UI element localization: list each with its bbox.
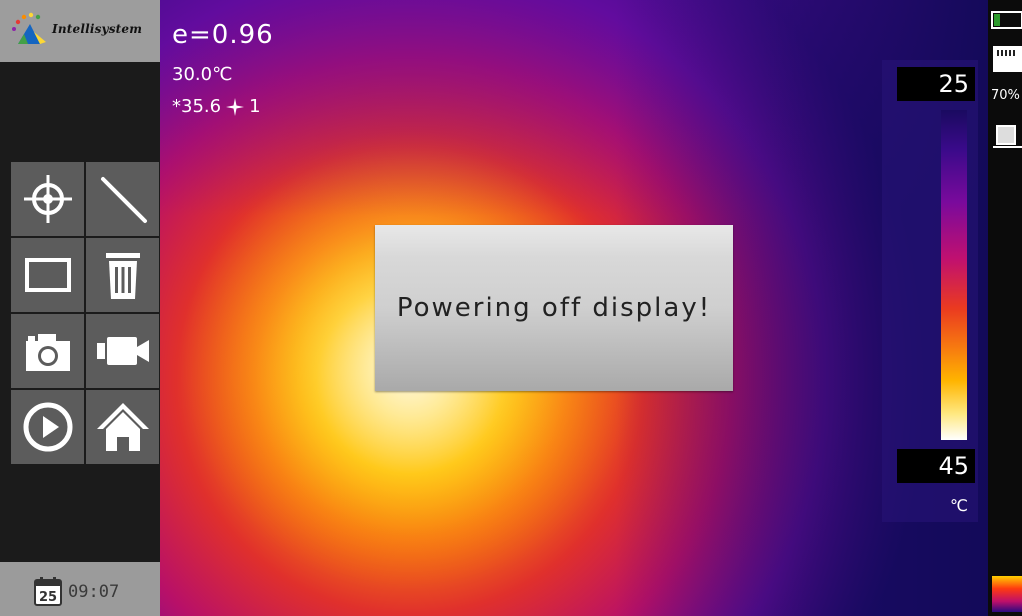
camera-icon — [25, 334, 70, 371]
calendar-day: 25 — [39, 590, 57, 605]
brand-logo-icon — [12, 12, 46, 44]
line-icon — [100, 177, 147, 223]
emissivity-readout: e=0.96 — [172, 20, 274, 50]
storage-percent: 70% — [991, 88, 1020, 103]
video-camera-icon — [96, 337, 149, 365]
reflected-temp-readout: 30.0℃ — [172, 64, 233, 85]
thermal-camera-screen: e=0.96 30.0℃ *35.6 1 25 45 ℃ Powering of… — [0, 0, 1022, 616]
logo-bar: Intellisystem — [0, 0, 160, 62]
spot-readout: *35.6 1 — [172, 96, 261, 117]
trash-icon — [105, 253, 140, 299]
crosshair-icon — [23, 175, 72, 223]
sd-card-icon — [993, 46, 1022, 72]
mode-indicator-icon — [993, 125, 1022, 148]
playback-button[interactable] — [11, 390, 84, 464]
calendar-icon: 25 — [34, 577, 62, 606]
power-off-dialog: Powering off display! — [375, 225, 733, 391]
home-icon — [96, 403, 149, 451]
spot-marker-icon — [226, 97, 245, 116]
play-icon — [23, 402, 72, 452]
home-button[interactable] — [86, 390, 159, 464]
spot-index: 1 — [249, 96, 261, 117]
palette-icon[interactable] — [992, 576, 1022, 612]
delete-button[interactable] — [86, 238, 159, 312]
battery-icon — [991, 11, 1022, 29]
video-button[interactable] — [86, 314, 159, 388]
tool-grid — [11, 162, 159, 464]
spot-measure-button[interactable] — [11, 162, 84, 236]
scale-max-value[interactable]: 25 — [897, 67, 975, 101]
rectangle-icon — [24, 258, 71, 292]
scale-unit: ℃ — [950, 496, 968, 515]
scale-min-value[interactable]: 45 — [897, 449, 975, 483]
sidebar: Intellisystem 25 09:07 — [0, 0, 160, 616]
photo-button[interactable] — [11, 314, 84, 388]
spot-value: *35.6 — [172, 96, 222, 117]
brand-name: Intellisystem — [52, 22, 143, 36]
dialog-message: Powering off display! — [396, 293, 712, 323]
clock-time: 09:07 — [68, 582, 120, 602]
color-scale-bar — [941, 110, 967, 440]
area-measure-button[interactable] — [11, 238, 84, 312]
line-measure-button[interactable] — [86, 162, 159, 236]
